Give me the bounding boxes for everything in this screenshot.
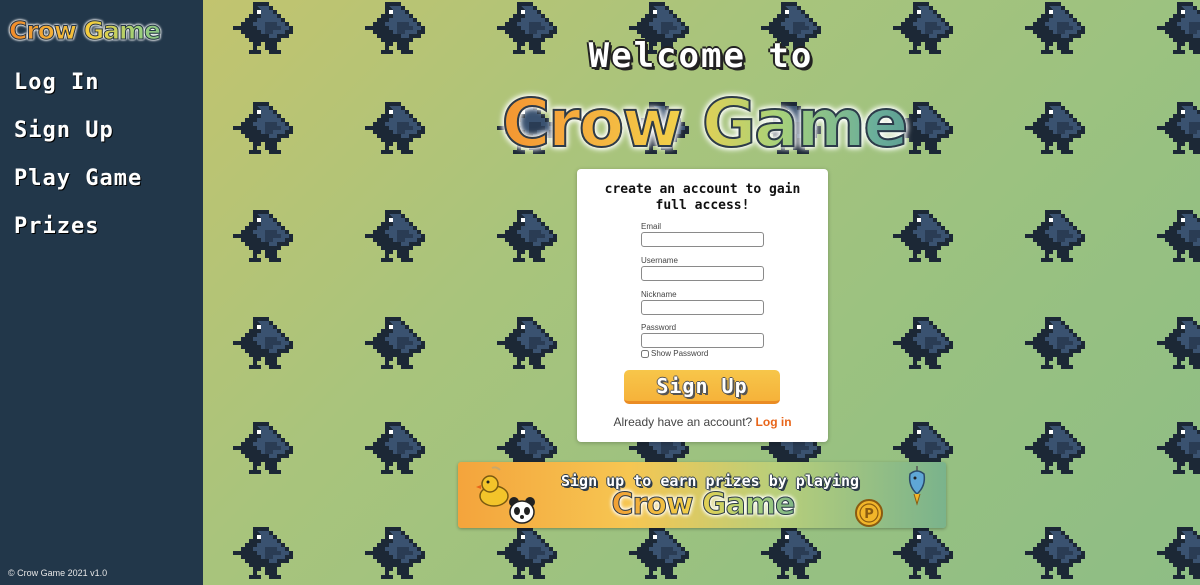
crow-icon xyxy=(1025,98,1089,154)
show-password-checkbox[interactable] xyxy=(641,349,649,358)
crow-icon xyxy=(893,313,957,369)
prize-banner[interactable]: P Sign up to earn prizes by playing Crow… xyxy=(458,462,946,528)
crow-icon xyxy=(761,523,825,579)
crow-icon xyxy=(893,523,957,579)
welcome-heading: Welcome to xyxy=(588,36,814,76)
login-prompt-row: Already have an account? Log in xyxy=(577,415,828,429)
crow-icon xyxy=(365,313,429,369)
crow-icon xyxy=(1157,0,1200,54)
crow-game-logo: Crow Game xyxy=(460,85,948,163)
crow-icon xyxy=(629,523,693,579)
email-label: Email xyxy=(641,222,662,231)
signup-title: create an account to gain full access! xyxy=(604,182,801,213)
sign-up-button[interactable]: Sign Up xyxy=(624,370,780,404)
nickname-label: Nickname xyxy=(641,290,677,299)
crow-icon xyxy=(233,418,297,474)
crow-icon xyxy=(233,206,297,262)
crow-icon xyxy=(497,206,561,262)
crow-icon xyxy=(1025,206,1089,262)
copyright: © Crow Game 2021 v1.0 xyxy=(8,568,108,578)
panda-icon xyxy=(509,497,535,524)
crow-icon xyxy=(1025,418,1089,474)
banner-logo: Crow Game xyxy=(578,487,828,523)
crow-icon xyxy=(233,0,297,54)
crow-icon xyxy=(233,523,297,579)
crow-icon xyxy=(1157,98,1200,154)
crow-icon xyxy=(1025,523,1089,579)
crow-icon xyxy=(893,0,957,54)
coin-icon: P xyxy=(855,499,883,527)
crow-icon xyxy=(893,206,957,262)
crow-icon xyxy=(1025,0,1089,54)
crow-icon xyxy=(365,206,429,262)
sidebar-logo[interactable]: Crow Game xyxy=(9,13,195,49)
svg-text:P: P xyxy=(864,507,874,522)
username-field[interactable] xyxy=(641,266,764,281)
password-field[interactable] xyxy=(641,333,764,348)
crow-icon xyxy=(1157,206,1200,262)
nav-play-game[interactable]: Play Game xyxy=(14,166,142,191)
crow-icon xyxy=(365,523,429,579)
show-password-row: Show Password xyxy=(641,349,708,358)
crow-icon xyxy=(1157,523,1200,579)
crow-icon xyxy=(365,0,429,54)
nickname-field[interactable] xyxy=(641,300,764,315)
email-field[interactable] xyxy=(641,232,764,247)
crow-icon xyxy=(1157,313,1200,369)
nav-signup[interactable]: Sign Up xyxy=(14,118,114,143)
crow-icon xyxy=(497,523,561,579)
sidebar: Crow Game Log In Sign Up Play Game Prize… xyxy=(0,0,203,585)
crow-icon xyxy=(233,313,297,369)
password-label: Password xyxy=(641,323,677,332)
login-prompt-text: Already have an account? xyxy=(613,415,753,429)
signup-card: create an account to gain full access! E… xyxy=(577,169,828,442)
nav-login[interactable]: Log In xyxy=(14,70,99,95)
login-link[interactable]: Log in xyxy=(756,415,792,429)
show-password-label: Show Password xyxy=(651,349,709,358)
crow-icon xyxy=(365,98,429,154)
fish-charm-icon xyxy=(908,466,926,506)
crow-icon xyxy=(233,98,297,154)
nav-prizes[interactable]: Prizes xyxy=(14,214,99,239)
crow-icon xyxy=(1025,313,1089,369)
crow-icon xyxy=(497,313,561,369)
crow-icon xyxy=(365,418,429,474)
crow-icon xyxy=(1157,418,1200,474)
username-label: Username xyxy=(641,256,678,265)
